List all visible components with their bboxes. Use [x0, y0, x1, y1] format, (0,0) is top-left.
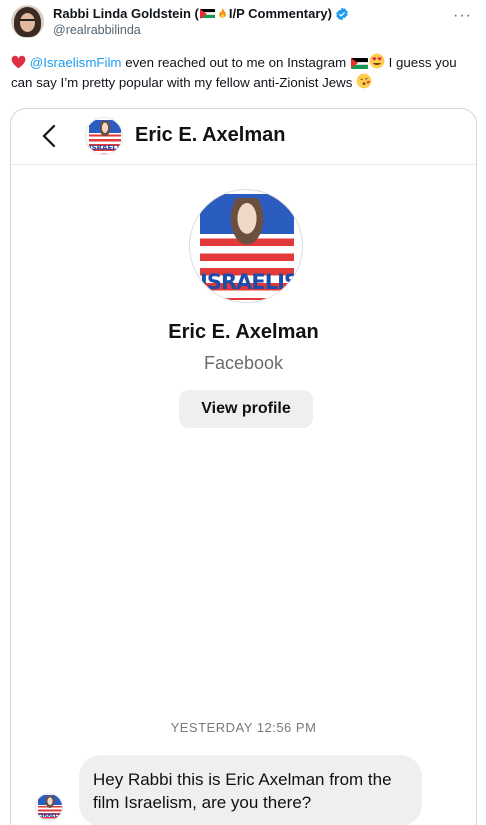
profile-subtitle: Facebook [203, 353, 284, 373]
header-avatar[interactable]: ISRAELISM [85, 117, 123, 155]
message-bubble[interactable]: Hey Rabbi this is Eric Axelman from the … [79, 755, 422, 825]
author-name[interactable]: Rabbi Linda Goldstein ( [53, 5, 199, 22]
fire-icon [219, 8, 226, 18]
view-profile-button[interactable]: View profile [179, 390, 313, 428]
heart-icon [11, 55, 26, 69]
author-handle[interactable]: @realrabbilinda [53, 22, 349, 39]
verified-badge-icon [336, 7, 348, 20]
author-name-row[interactable]: Rabbi Linda Goldstein ( I/P Commentary) [53, 5, 349, 22]
author-info: Rabbi Linda Goldstein ( I/P Commentary) … [53, 5, 349, 43]
tweet-text-part1: even reached out to me on Instagram [121, 55, 350, 70]
tweet-header: Rabbi Linda Goldstein ( I/P Commentary) … [11, 5, 476, 43]
more-options-button[interactable]: ··· [453, 7, 472, 25]
palestine-flag-icon [199, 8, 215, 19]
profile-avatar[interactable]: ISRAELISM [189, 189, 303, 303]
media-image[interactable]: ISRAELISM Eric E. Axelman ISRAELISM Eric… [10, 108, 477, 825]
header-name[interactable]: Eric E. Axelman [135, 124, 285, 147]
tweet-text: @IsraelismFilm even reached out to me on… [11, 53, 477, 93]
author-avatar[interactable] [11, 5, 44, 38]
kiss-icon [356, 73, 372, 89]
back-chevron-icon[interactable] [37, 123, 63, 149]
message-timestamp: YESTERDAY 12:56 PM [170, 720, 317, 735]
sender-avatar: ISRAELISM [35, 793, 63, 821]
palestine-flag-icon [350, 57, 368, 69]
author-name-suffix[interactable]: I/P Commentary) [229, 5, 332, 22]
israelism-logo: ISRAELISM [200, 194, 294, 300]
profile-name: Eric E. Axelman [168, 321, 319, 343]
mention-link[interactable]: @IsraelismFilm [30, 55, 122, 70]
dm-header: ISRAELISM Eric E. Axelman [11, 109, 476, 165]
heart-eyes-icon [369, 53, 385, 69]
